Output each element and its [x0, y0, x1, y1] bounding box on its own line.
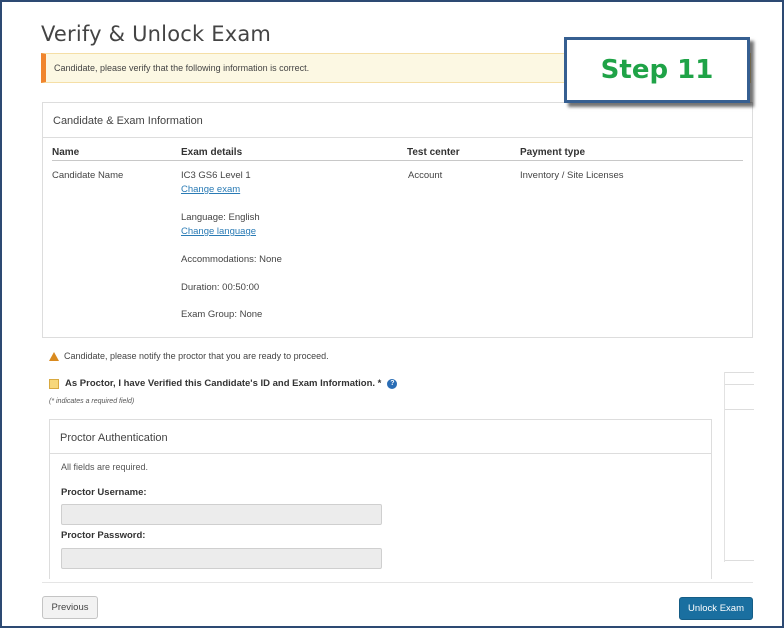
proctor-password-label: Proctor Password:: [61, 530, 146, 541]
unlock-exam-button[interactable]: Unlock Exam: [679, 597, 753, 620]
exam-group: Exam Group: None: [181, 309, 263, 320]
proctor-notice: Candidate, please notify the proctor tha…: [49, 351, 329, 361]
proctor-password-input[interactable]: [61, 548, 382, 569]
candidate-name: Candidate Name: [52, 170, 124, 181]
required-field-note: (* indicates a required field): [49, 398, 135, 405]
proctor-verify-row: As Proctor, I have Verified this Candida…: [49, 378, 398, 389]
proctor-verify-checkbox[interactable]: [49, 378, 59, 389]
page-title: Verify & Unlock Exam: [41, 22, 272, 46]
column-header-name: Name: [52, 147, 80, 158]
exam-name: IC3 GS6 Level 1: [181, 170, 251, 181]
footer-divider: [42, 582, 753, 583]
exam-language: Language: English: [181, 212, 260, 223]
warning-icon: [49, 351, 59, 361]
header-divider: [52, 160, 743, 161]
column-header-test-center: Test center: [407, 147, 460, 158]
auth-card-heading: Proctor Authentication: [50, 420, 711, 454]
previous-button[interactable]: Previous: [42, 596, 98, 619]
change-language-link[interactable]: Change language: [181, 226, 256, 237]
all-fields-required: All fields are required.: [61, 462, 149, 472]
exam-accommodations: Accommodations: None: [181, 254, 282, 265]
info-card-heading: Candidate & Exam Information: [43, 103, 752, 138]
proctor-authentication-card: Proctor Authentication All fields are re…: [49, 419, 712, 579]
step-badge: Step 11: [564, 37, 750, 103]
proctor-verify-label: As Proctor, I have Verified this Candida…: [65, 378, 382, 389]
test-center-value: Account: [408, 170, 443, 181]
right-line: [724, 384, 754, 385]
column-header-exam-details: Exam details: [181, 147, 243, 158]
right-line: [724, 372, 754, 373]
step-badge-text: Step 11: [600, 55, 714, 85]
exam-duration: Duration: 00:50:00: [181, 282, 260, 293]
column-header-payment-type: Payment type: [520, 147, 586, 158]
proctor-username-label: Proctor Username:: [61, 487, 147, 498]
help-icon[interactable]: ?: [387, 378, 398, 389]
proctor-notice-text: Candidate, please notify the proctor tha…: [64, 351, 329, 361]
change-exam-link[interactable]: Change exam: [181, 184, 240, 195]
right-line: [724, 560, 754, 561]
right-panel-edge: [724, 372, 725, 562]
proctor-username-input[interactable]: [61, 504, 382, 525]
window-frame: Verify & Unlock Exam Candidate, please v…: [0, 0, 784, 628]
verify-alert-text: Candidate, please verify that the follow…: [54, 63, 310, 73]
payment-type-value: Inventory / Site Licenses: [520, 170, 624, 181]
candidate-exam-info-card: Candidate & Exam Information: [42, 102, 753, 338]
right-line: [724, 409, 754, 410]
